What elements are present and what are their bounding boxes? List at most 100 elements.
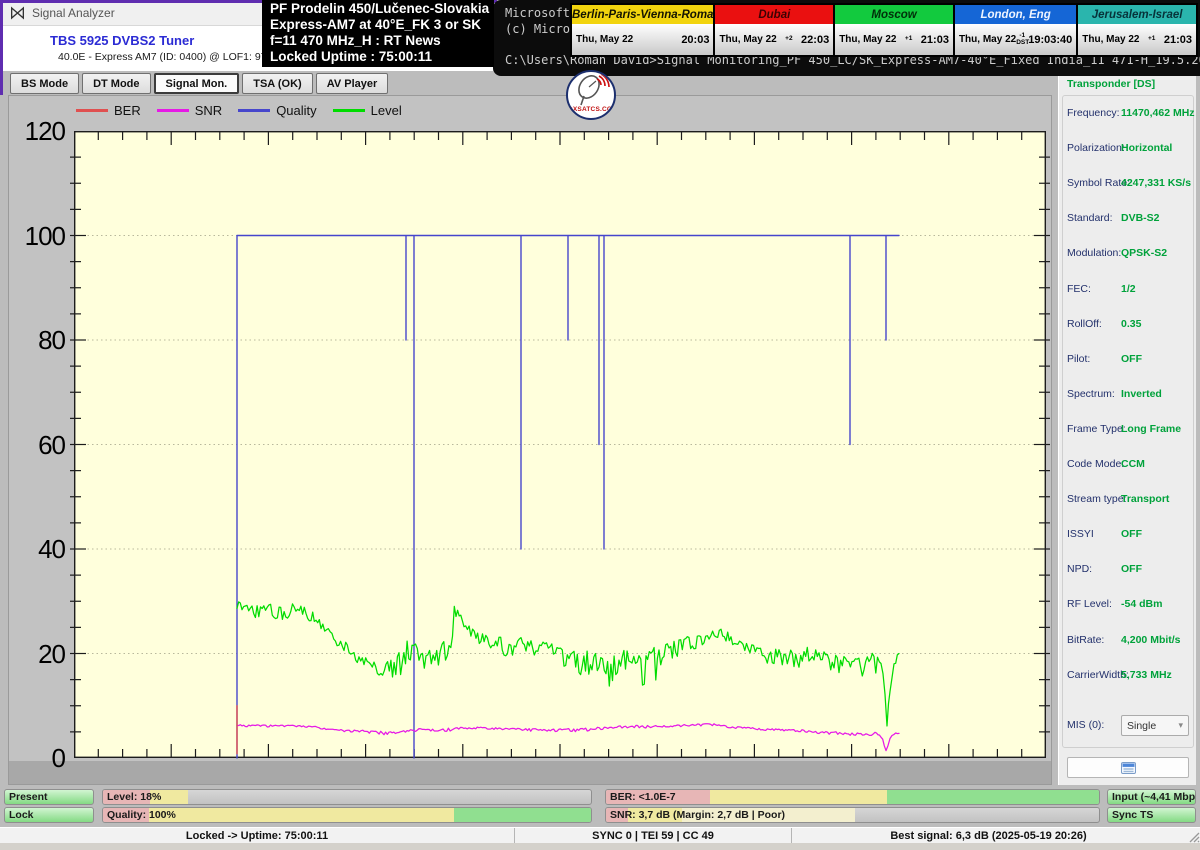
- clock-city-label: Berlin-Paris-Vienna-Roma: [572, 5, 714, 24]
- mis-dropdown[interactable]: Single ▾: [1121, 715, 1189, 736]
- quality-bar: Quality: 100%: [102, 807, 592, 823]
- level-bar-label: Level: 18%: [107, 791, 162, 803]
- clock-jerusalem-israel: Jerusalem-Israel Thu, May 22 +1 21:03: [1078, 5, 1196, 55]
- param-row-fec: FEC: 1/2: [1059, 283, 1197, 297]
- mode-tabs: BS Mode DT Mode Signal Mon. TSA (OK) AV Play…: [10, 73, 389, 94]
- tab-signal-mon-[interactable]: Signal Mon.: [153, 73, 240, 94]
- param-row-modulation: Modulation: QPSK-S2: [1059, 247, 1197, 261]
- param-value: DVB-S2: [1121, 212, 1160, 225]
- param-row-carrierwidth: CarrierWidth: 5,733 MHz: [1059, 669, 1197, 683]
- clock-time: 19:03:40: [1028, 33, 1073, 46]
- mis-label: MIS (0):: [1067, 719, 1105, 731]
- present-bar: Present: [4, 789, 94, 805]
- param-row-standard: Standard: DVB-S2: [1059, 212, 1197, 226]
- app-icon: [11, 6, 24, 19]
- legend-item-ber: BER: [76, 103, 141, 118]
- param-row-polarization: Polarization: Horizontal: [1059, 142, 1197, 156]
- param-value: CCM: [1121, 458, 1145, 470]
- param-label: ISSYI: [1067, 528, 1094, 541]
- sync-bar: Sync TS: [1107, 807, 1196, 823]
- resize-grip[interactable]: [1185, 828, 1200, 843]
- clock-body: Thu, May 22 +1 21:03: [1078, 24, 1196, 55]
- y-tick-label: 80: [38, 325, 66, 355]
- param-label: Spectrum:: [1067, 387, 1115, 400]
- param-value: 11470,462 MHz: [1121, 107, 1195, 119]
- chart-legend: BER SNR Quality Level: [76, 103, 402, 118]
- legend-swatch: [76, 109, 108, 112]
- clock-london-eng: London, Eng Thu, May 22 -1 DST 19:03:40: [954, 5, 1077, 55]
- legend-label: Level: [370, 103, 402, 118]
- param-value: 5,733 MHz: [1121, 668, 1172, 681]
- window-bottom-edge: [0, 843, 1200, 850]
- tab-bs-mode[interactable]: BS Mode: [10, 73, 80, 94]
- clock-date: Thu, May 22: [839, 34, 897, 45]
- input-bar: Input (~4,41 Mbps): [1107, 789, 1196, 805]
- clock-date: Thu, May 22: [958, 34, 1017, 45]
- tab-tsa-ok-[interactable]: TSA (OK): [242, 73, 313, 94]
- status-uptime: Locked -> Uptime: 75:00:11: [0, 828, 515, 843]
- param-row-symbolrate: Symbol Rate: 4247,331 KS/s: [1059, 177, 1197, 191]
- ber-bar: BER: <1.0E-7: [605, 789, 1100, 805]
- param-value: 0.35: [1121, 317, 1142, 330]
- snr-bar-label: SNR: 3,7 dB (Margin: 2,7 dB | Poor): [610, 809, 786, 821]
- param-row-frametype: Frame Type: Long Frame: [1059, 423, 1197, 437]
- satellite-dish-icon: [578, 73, 610, 106]
- clock-date: Thu, May 22: [719, 34, 777, 45]
- param-value: OFF: [1121, 563, 1142, 576]
- input-bar-label: Input (~4,41 Mbps): [1112, 791, 1196, 803]
- transponder-panel: Transponder [DS] MIS (0): Single ▾ Frequ…: [1058, 75, 1196, 785]
- y-tick-label: 40: [38, 534, 66, 564]
- param-value: Horizontal: [1121, 142, 1173, 155]
- param-label: Frequency:: [1067, 107, 1120, 119]
- param-value: OFF: [1121, 528, 1142, 541]
- param-value: Transport: [1121, 493, 1170, 506]
- param-label: Frame Type:: [1067, 422, 1126, 435]
- y-tick-label: 60: [38, 429, 66, 460]
- param-value: OFF: [1121, 352, 1142, 365]
- param-label: Pilot:: [1067, 352, 1091, 365]
- param-value: Inverted: [1121, 387, 1162, 400]
- status-best-signal: Best signal: 6,3 dB (2025-05-19 20:26): [890, 829, 1087, 842]
- param-row-streamtype: Stream type: Transport: [1059, 493, 1197, 507]
- status-bar: Locked -> Uptime: 75:00:11 SYNC 0 | TEI …: [0, 827, 1200, 843]
- param-label: Code Mode:: [1067, 458, 1125, 470]
- world-clocks: Berlin-Paris-Vienna-Roma Thu, May 22 20:03…: [570, 3, 1198, 57]
- tab-dt-mode[interactable]: DT Mode: [82, 73, 151, 94]
- legend-label: Quality: [276, 103, 317, 118]
- clock-city-label: Jerusalem-Israel: [1078, 5, 1196, 24]
- window-title: Signal Analyzer: [32, 5, 115, 20]
- clock-date: Thu, May 22: [576, 34, 634, 45]
- snr-bar: SNR: 3,7 dB (Margin: 2,7 dB | Poor): [605, 807, 1100, 823]
- param-row-pilot: Pilot: OFF: [1059, 353, 1197, 367]
- level-bar: Level: 18%: [102, 789, 592, 805]
- param-row-npd: NPD: OFF: [1059, 563, 1197, 577]
- signal-plot: [70, 130, 1050, 759]
- param-row-bitrate: BitRate: 4,200 Mbit/s: [1059, 634, 1197, 648]
- legend-swatch: [238, 109, 271, 112]
- y-tick-label: 20: [38, 638, 66, 669]
- clock-time: 21:03: [920, 33, 949, 46]
- lock-bar: Lock: [4, 807, 94, 823]
- param-row-codemode: Code Mode: CCM: [1059, 458, 1197, 472]
- annotation-line: Express-AM7 at 40°E_FK 3 or SK: [270, 17, 481, 32]
- sync-bar-label: Sync TS: [1112, 809, 1154, 821]
- annotation-line: f=11 470 MHz_H : RT News: [270, 33, 441, 48]
- clock-utc-offset: +2: [785, 35, 793, 43]
- legend-label: BER: [114, 103, 141, 118]
- bar-segment: [887, 790, 1099, 804]
- dxsatcs-logo: DXSATCS.COM: [566, 70, 616, 120]
- legend-item-snr: SNR: [156, 103, 222, 118]
- param-label: Modulation:: [1067, 247, 1122, 260]
- param-label: Stream type:: [1067, 493, 1127, 506]
- panel-tool-button[interactable]: [1067, 757, 1189, 778]
- param-label: Standard:: [1067, 212, 1113, 225]
- legend-swatch: [332, 109, 365, 112]
- tab-av-player[interactable]: AV Player: [315, 73, 389, 94]
- transponder-header: Transponder [DS]: [1067, 78, 1156, 90]
- clock-berlin-paris-vienna-roma: Berlin-Paris-Vienna-Roma Thu, May 22 20:03: [572, 5, 714, 55]
- param-value: Long Frame: [1121, 422, 1182, 435]
- bar-segment: [454, 808, 591, 822]
- lock-bar-label: Lock: [9, 809, 34, 821]
- param-value: 4,200 Mbit/s: [1121, 633, 1181, 646]
- param-label: NPD:: [1067, 563, 1093, 576]
